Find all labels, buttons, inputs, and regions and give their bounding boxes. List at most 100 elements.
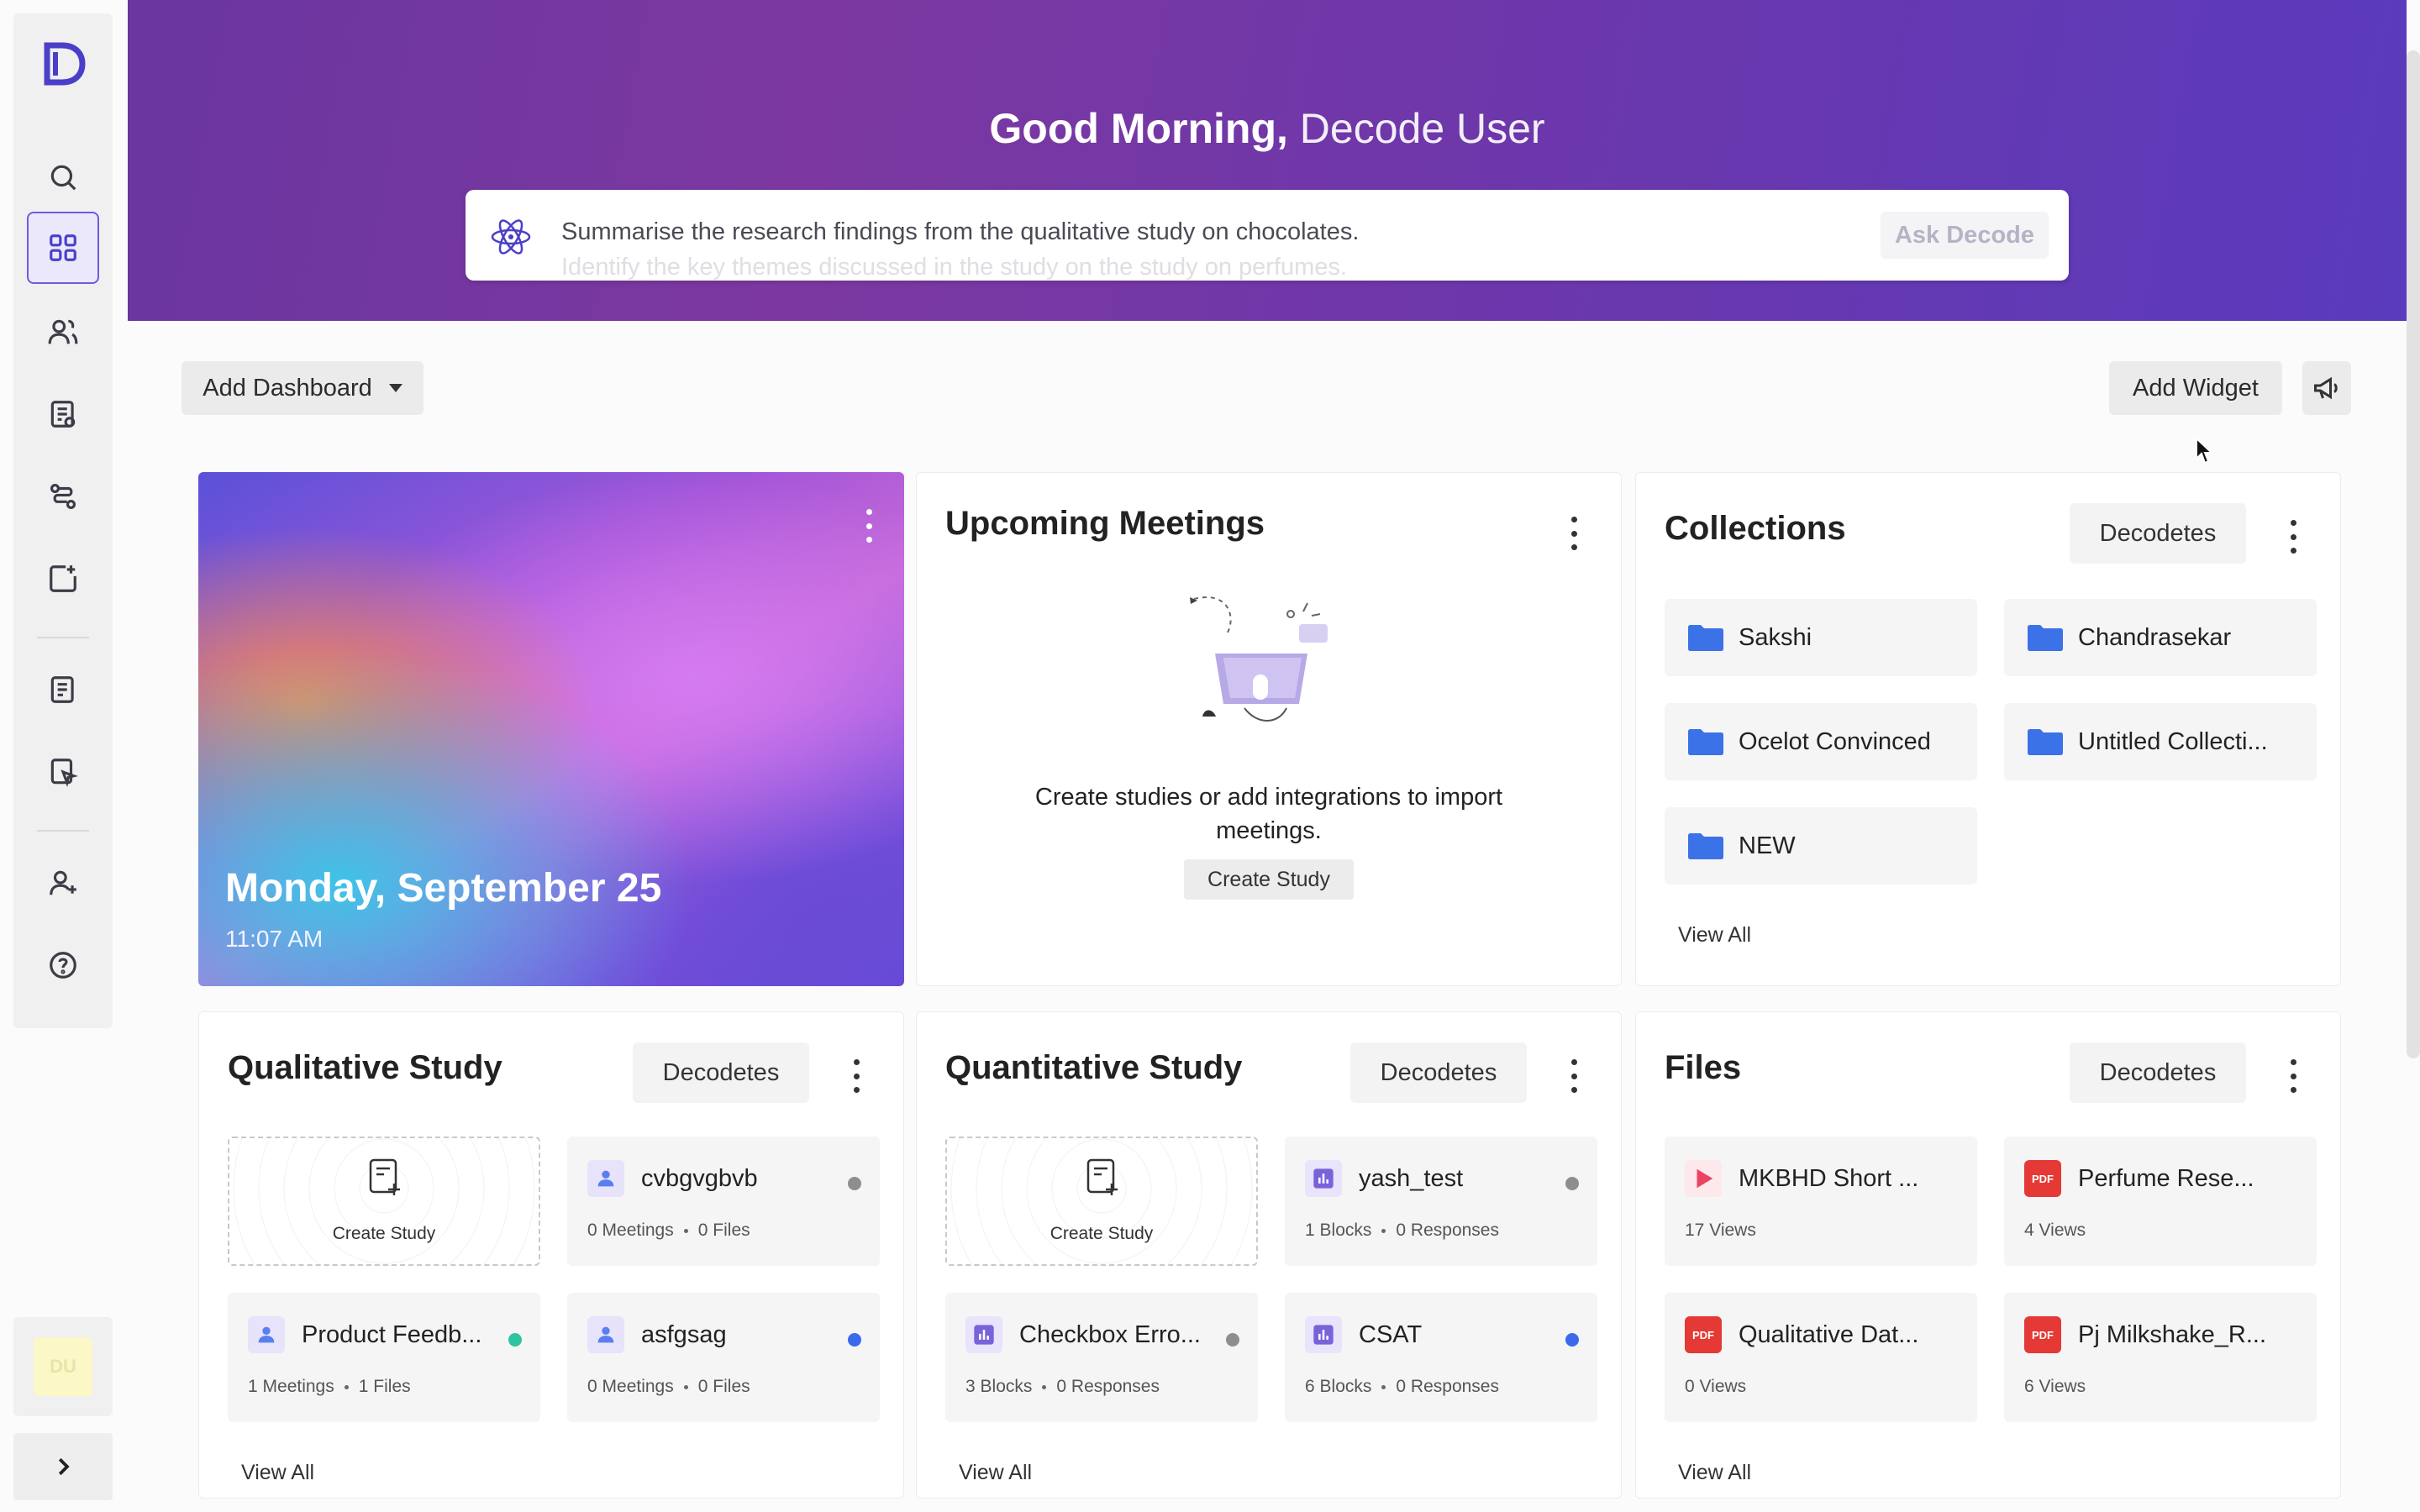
card-title: Upcoming Meetings: [945, 505, 1265, 542]
decodetes-filter-button[interactable]: Decodetes: [1350, 1042, 1527, 1103]
study-tile[interactable]: cvbgvgbvb 0 Meetings 0 Files: [567, 1137, 880, 1266]
file-tile[interactable]: MKBHD Short ... 17 Views: [1665, 1137, 1977, 1266]
ask-decode-button[interactable]: Ask Decode: [1881, 212, 2049, 259]
announcement-button[interactable]: [2302, 361, 2351, 415]
file-name: MKBHD Short ...: [1739, 1165, 1919, 1192]
users-icon[interactable]: [27, 296, 99, 368]
meta-unit: Files: [713, 1221, 750, 1240]
create-study-label: Create Study: [1050, 1224, 1154, 1243]
create-study-tile[interactable]: Create Study: [945, 1137, 1258, 1266]
collection-item[interactable]: Chandrasekar: [2004, 599, 2317, 676]
create-study-tile[interactable]: Create Study: [228, 1137, 540, 1266]
pointer-doc-icon[interactable]: [27, 736, 99, 808]
meta-count: 0: [697, 1377, 708, 1396]
study-tile[interactable]: Checkbox Erro... 3 Blocks 0 Responses: [945, 1293, 1258, 1422]
file-meta: 4 Views: [2024, 1221, 2086, 1241]
pdf-icon: PDF: [1685, 1316, 1722, 1353]
study-name: yash_test: [1359, 1165, 1464, 1192]
meta-unit: Responses: [1410, 1377, 1499, 1396]
search-icon[interactable]: [27, 141, 99, 213]
header-banner: Good Morning, Decode User Summarise the …: [128, 0, 2407, 321]
meta-count: 0: [587, 1221, 597, 1240]
collection-item[interactable]: Untitled Collecti...: [2004, 703, 2317, 780]
decodetes-filter-button[interactable]: Decodetes: [2070, 503, 2246, 564]
study-tile[interactable]: CSAT 6 Blocks 0 Responses: [1285, 1293, 1597, 1422]
collection-name: Chandrasekar: [2078, 624, 2232, 651]
decodetes-filter-button[interactable]: Decodetes: [2070, 1042, 2246, 1103]
study-meta: 0 Meetings 0 Files: [587, 1221, 750, 1241]
user-name: Decode User: [1299, 105, 1545, 152]
collections-card: Collections Decodetes Sakshi Chandraseka…: [1635, 472, 2341, 986]
file-tile[interactable]: PDF Pj Milkshake_R... 6 Views: [2004, 1293, 2317, 1422]
folder-icon: [2028, 625, 2063, 651]
bar-chart-icon: [1305, 1316, 1342, 1353]
sidebar-divider: [37, 637, 89, 638]
user-study-icon: [248, 1316, 285, 1353]
ask-prompt-next: Identify the key themes discussed in the…: [561, 254, 1347, 281]
view-all-link[interactable]: View All: [1678, 923, 1751, 948]
meta-unit: Meetings: [602, 1377, 674, 1396]
ask-decode-bar[interactable]: Summarise the research findings from the…: [466, 190, 2069, 281]
file-name: Pj Milkshake_R...: [2078, 1321, 2267, 1348]
add-dashboard-button[interactable]: Add Dashboard: [182, 361, 424, 415]
view-count: 6: [2024, 1377, 2034, 1396]
expand-sidebar-button[interactable]: [13, 1433, 113, 1500]
meta-unit: Blocks: [1319, 1377, 1372, 1396]
collection-item[interactable]: Ocelot Convinced: [1665, 703, 1977, 780]
add-widget-button[interactable]: Add Widget: [2109, 361, 2282, 415]
add-project-icon[interactable]: [27, 543, 99, 615]
card-title: Collections: [1665, 510, 1846, 547]
dashboard-icon[interactable]: [27, 212, 99, 284]
file-meta: 17 Views: [1685, 1221, 1756, 1241]
view-all-link[interactable]: View All: [959, 1461, 1032, 1485]
pdf-label: PDF: [2032, 1172, 2054, 1185]
help-icon[interactable]: [27, 929, 99, 1001]
avatar[interactable]: DU: [34, 1337, 92, 1396]
scrollbar[interactable]: [2407, 50, 2420, 1058]
status-dot: [1565, 1177, 1579, 1190]
file-tile[interactable]: PDF Qualitative Dat... 0 Views: [1665, 1293, 1977, 1422]
notes-icon[interactable]: [27, 654, 99, 726]
file-name: Perfume Rese...: [2078, 1165, 2254, 1192]
files-card: Files Decodetes MKBHD Short ... 17 Views…: [1635, 1011, 2341, 1499]
create-study-button[interactable]: Create Study: [1184, 859, 1354, 900]
quantitative-study-card: Quantitative Study Decodetes Create Stud…: [916, 1011, 1622, 1499]
study-meta: 0 Meetings 0 Files: [587, 1377, 750, 1397]
atom-icon: [491, 219, 531, 255]
study-meta: 1 Meetings 1 Files: [248, 1377, 411, 1397]
workflow-icon[interactable]: [27, 460, 99, 533]
meta-unit: Responses: [1410, 1221, 1499, 1240]
greeting: Good Morning, Decode User: [128, 104, 2407, 153]
study-tile[interactable]: Product Feedb... 1 Meetings 1 Files: [228, 1293, 540, 1422]
more-options-icon[interactable]: [2285, 1059, 2302, 1093]
more-options-icon[interactable]: [1565, 1059, 1582, 1093]
meta-count: 1: [358, 1377, 369, 1396]
more-options-icon[interactable]: [1565, 517, 1582, 550]
ask-prompt[interactable]: Summarise the research findings from the…: [561, 218, 1359, 246]
meta-unit: Meetings: [602, 1221, 674, 1240]
study-tile[interactable]: yash_test 1 Blocks 0 Responses: [1285, 1137, 1597, 1266]
more-options-icon[interactable]: [860, 509, 877, 543]
add-user-icon[interactable]: [27, 847, 99, 919]
view-all-link[interactable]: View All: [1678, 1461, 1751, 1485]
decode-logo[interactable]: [39, 39, 89, 89]
view-count: 0: [1685, 1377, 1695, 1396]
view-all-link[interactable]: View All: [241, 1461, 314, 1485]
date-hero-card: Monday, September 25 11:07 AM: [198, 472, 904, 986]
sidebar-divider: [37, 830, 89, 832]
user-study-icon: [587, 1160, 624, 1197]
pdf-label: PDF: [1692, 1328, 1714, 1341]
collection-item[interactable]: Sakshi: [1665, 599, 1977, 676]
more-options-icon[interactable]: [848, 1059, 865, 1093]
study-list-icon[interactable]: [27, 378, 99, 450]
decodetes-filter-button[interactable]: Decodetes: [633, 1042, 809, 1103]
greeting-text: Good Morning,: [989, 105, 1288, 152]
chevron-right-icon: [58, 1457, 70, 1476]
collection-item[interactable]: NEW: [1665, 807, 1977, 885]
study-tile[interactable]: asfgsag 0 Meetings 0 Files: [567, 1293, 880, 1422]
file-tile[interactable]: PDF Perfume Rese... 4 Views: [2004, 1137, 2317, 1266]
more-options-icon[interactable]: [2285, 520, 2302, 554]
create-study-label: Create Study: [332, 1224, 436, 1243]
pdf-icon: PDF: [2024, 1160, 2061, 1197]
collection-name: Ocelot Convinced: [1739, 728, 1931, 755]
